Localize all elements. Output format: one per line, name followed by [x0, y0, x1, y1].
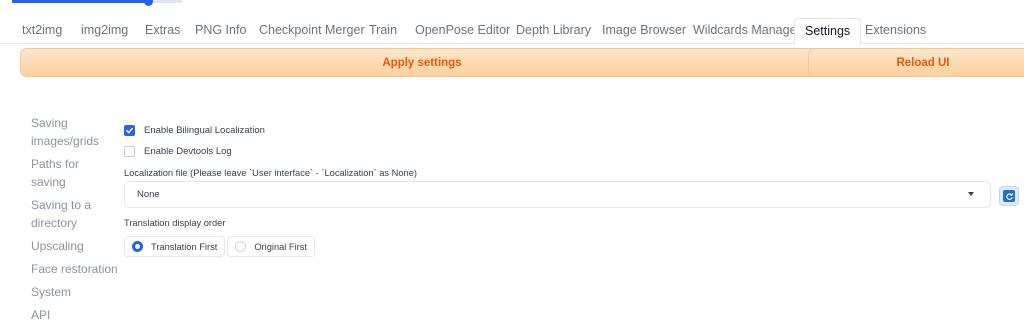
devtools-checkbox-row[interactable]: Enable Devtools Log: [124, 146, 232, 157]
sidebar-item-saving-to-directory[interactable]: Saving to a directory: [31, 196, 103, 232]
tab-depth-library[interactable]: Depth Library: [516, 18, 591, 44]
tab-png-info[interactable]: PNG Info: [195, 18, 246, 44]
tab-txt2img[interactable]: txt2img: [22, 18, 62, 44]
localization-file-dropdown[interactable]: None: [124, 181, 991, 208]
translation-order-radio-group: Translation First Original First: [124, 236, 317, 257]
sidebar-item-upscaling[interactable]: Upscaling: [31, 237, 111, 255]
localization-file-label: Localization file (Please leave `User in…: [124, 168, 417, 178]
radio-translation-first[interactable]: Translation First: [124, 236, 226, 257]
radio-original-first-label: Original First: [254, 241, 308, 252]
sidebar-item-api[interactable]: API: [31, 306, 111, 324]
sidebar-item-face-restoration[interactable]: Face restoration: [31, 260, 121, 278]
radio-translation-first-label: Translation First: [151, 241, 218, 252]
progress-fill: [12, 0, 148, 3]
chevron-down-icon: [968, 192, 974, 196]
main-tabs: txt2img img2img Extras PNG Info Checkpoi…: [0, 18, 1024, 45]
bilingual-checkbox-label: Enable Bilingual Localization: [144, 125, 265, 136]
refresh-button[interactable]: [999, 186, 1019, 206]
sidebar-item-system[interactable]: System: [31, 283, 111, 301]
tab-openpose-editor[interactable]: OpenPose Editor: [415, 18, 510, 44]
tab-wildcards-manager[interactable]: Wildcards Manager: [693, 18, 801, 44]
refresh-icon: [1003, 190, 1015, 202]
localization-file-value: None: [137, 189, 160, 200]
reload-ui-button[interactable]: Reload UI: [808, 48, 1024, 77]
tab-extras[interactable]: Extras: [145, 18, 180, 44]
radio-original-first[interactable]: Original First: [227, 236, 316, 257]
devtools-checkbox-label: Enable Devtools Log: [144, 146, 232, 157]
apply-settings-button[interactable]: Apply settings: [20, 48, 824, 77]
bilingual-checkbox-row[interactable]: Enable Bilingual Localization: [124, 125, 265, 136]
tab-extensions[interactable]: Extensions: [865, 18, 926, 44]
translation-order-label: Translation display order: [124, 218, 226, 228]
settings-sidebar: Saving images/grids Paths for saving Sav…: [31, 114, 118, 329]
radio-unselected-icon: [235, 241, 247, 252]
check-icon: [126, 127, 133, 134]
progress-knob: [144, 0, 153, 6]
devtools-checkbox[interactable]: [124, 146, 135, 157]
radio-selected-icon: [132, 241, 143, 252]
progress-bar: [12, 0, 182, 6]
tab-image-browser[interactable]: Image Browser: [602, 18, 686, 44]
bilingual-checkbox[interactable]: [124, 125, 135, 136]
sidebar-item-paths-for-saving[interactable]: Paths for saving: [31, 155, 111, 191]
tab-img2img[interactable]: img2img: [81, 18, 128, 44]
tab-checkpoint-merger[interactable]: Checkpoint Merger: [259, 18, 365, 44]
sidebar-item-saving-images[interactable]: Saving images/grids: [31, 114, 103, 150]
tab-train[interactable]: Train: [369, 18, 397, 44]
tab-settings[interactable]: Settings: [794, 18, 862, 45]
